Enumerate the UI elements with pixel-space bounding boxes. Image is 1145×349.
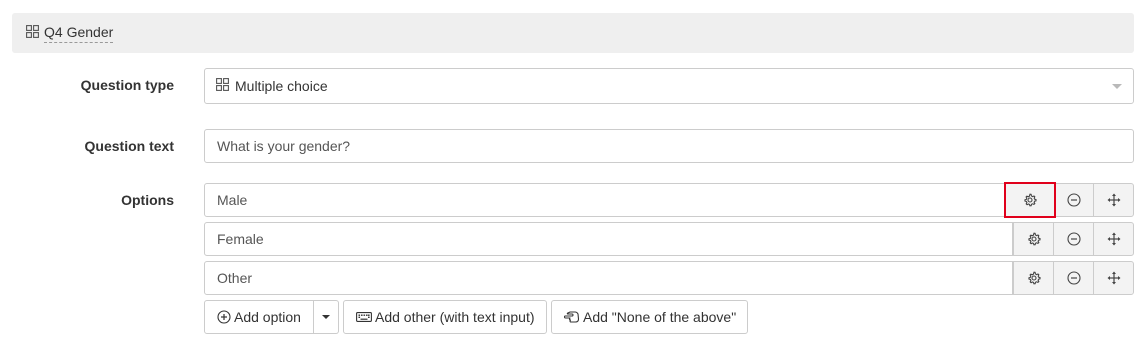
option-remove-button[interactable] [1053, 222, 1094, 256]
add-option-label: Add option [234, 309, 301, 325]
keyboard-icon [356, 312, 372, 322]
move-arrows-icon [1107, 193, 1120, 207]
gear-icon [1027, 271, 1041, 285]
question-type-value: Multiple choice [235, 78, 328, 94]
move-arrows-icon [1107, 232, 1120, 246]
gear-icon [1027, 232, 1041, 246]
question-header: Q4 Gender [12, 13, 1134, 53]
add-option-button[interactable]: Add option [204, 300, 314, 334]
minus-circle-icon [1066, 232, 1081, 246]
add-option-dropdown-toggle[interactable] [314, 300, 339, 334]
add-other-label: Add other (with text input) [375, 309, 535, 325]
add-other-button[interactable]: Add other (with text input) [343, 300, 547, 334]
question-type-label: Question type [80, 77, 174, 93]
question-text-input[interactable] [204, 129, 1134, 163]
grid-icon [26, 25, 39, 41]
option-input-male[interactable] [204, 183, 1005, 217]
chevron-down-icon [1112, 84, 1122, 89]
option-input-other[interactable] [204, 261, 1013, 295]
option-row [204, 261, 1134, 295]
option-move-button[interactable] [1093, 222, 1134, 256]
option-settings-button[interactable] [1013, 222, 1054, 256]
option-remove-button[interactable] [1053, 261, 1094, 295]
option-settings-button[interactable] [1004, 182, 1056, 218]
option-settings-button[interactable] [1013, 261, 1054, 295]
grid-icon [216, 78, 229, 94]
options-label: Options [121, 192, 174, 208]
option-actions [1013, 261, 1134, 295]
gear-icon [1024, 193, 1037, 207]
question-type-select[interactable]: Multiple choice [204, 68, 1134, 104]
minus-circle-icon [1066, 193, 1081, 207]
add-none-label: Add "None of the above" [583, 309, 737, 325]
option-move-button[interactable] [1093, 261, 1134, 295]
hand-point-icon [564, 311, 580, 323]
option-actions [1004, 182, 1134, 218]
option-actions [1013, 222, 1134, 256]
add-option-split-button: Add option [204, 300, 339, 334]
option-remove-button[interactable] [1053, 183, 1094, 217]
option-row [204, 182, 1134, 218]
option-row [204, 222, 1134, 256]
caret-down-icon [322, 315, 330, 319]
question-text-label: Question text [84, 138, 174, 154]
plus-circle-icon [217, 310, 231, 324]
option-move-button[interactable] [1093, 183, 1134, 217]
option-input-female[interactable] [204, 222, 1013, 256]
minus-circle-icon [1066, 271, 1081, 285]
move-arrows-icon [1107, 271, 1120, 285]
add-none-button[interactable]: Add "None of the above" [551, 300, 748, 334]
question-title[interactable]: Q4 Gender [44, 24, 114, 43]
